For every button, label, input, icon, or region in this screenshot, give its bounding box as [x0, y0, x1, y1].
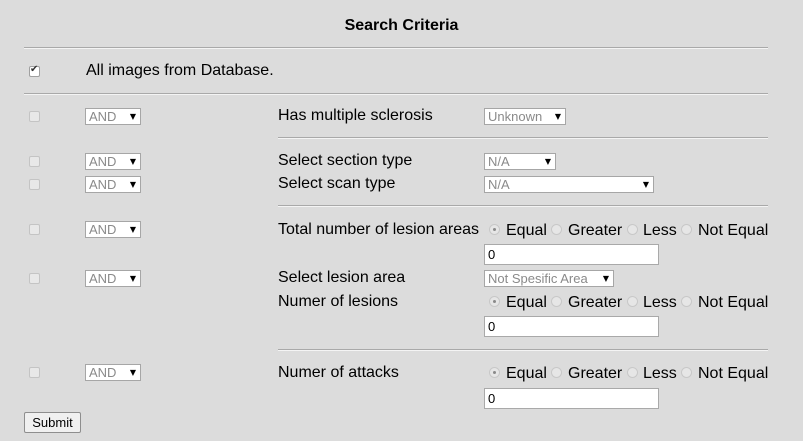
total-lesion-equal-radio[interactable] — [489, 224, 500, 235]
attacks-less-label: Less — [643, 365, 677, 382]
chevron-down-icon: ▼ — [129, 180, 136, 189]
section-value-select[interactable]: N/A ▼ — [484, 153, 556, 170]
num-lesions-equal-label: Equal — [506, 294, 547, 311]
num-lesions-greater-radio[interactable] — [551, 296, 562, 307]
attacks-greater-radio[interactable] — [551, 367, 562, 378]
chevron-down-icon: ▼ — [129, 368, 136, 377]
num-lesions-greater-label: Greater — [568, 294, 623, 311]
submit-button[interactable]: Submit — [24, 412, 81, 433]
attacks-greater-label: Greater — [568, 365, 623, 382]
ms-operator-value: AND — [89, 109, 117, 124]
divider — [278, 137, 768, 139]
num-lesions-less-radio[interactable] — [627, 296, 638, 307]
attacks-not-equal-label: Not Equal — [698, 365, 769, 382]
chevron-down-icon: ▼ — [602, 274, 609, 283]
section-label: Select section type — [278, 152, 413, 169]
total-lesion-greater-radio[interactable] — [551, 224, 562, 235]
lesion-area-checkbox[interactable] — [29, 273, 40, 284]
chevron-down-icon: ▼ — [129, 112, 136, 121]
lesion-area-value-select[interactable]: Not Spesific Area ▼ — [484, 270, 614, 287]
all-images-checkbox[interactable] — [29, 64, 40, 77]
total-lesion-greater-label: Greater — [568, 222, 623, 239]
divider — [278, 205, 768, 207]
ms-checkbox[interactable] — [29, 111, 40, 122]
attacks-input[interactable]: 0 — [484, 388, 659, 409]
scan-value-select[interactable]: N/A ▼ — [484, 176, 654, 193]
total-lesion-checkbox[interactable] — [29, 224, 40, 235]
scan-label: Select scan type — [278, 175, 396, 192]
scan-operator-value: AND — [89, 177, 117, 192]
chevron-down-icon: ▼ — [642, 180, 649, 189]
attacks-checkbox[interactable] — [29, 367, 40, 378]
total-lesion-not-equal-label: Not Equal — [698, 222, 769, 239]
lesion-area-operator-value: AND — [89, 271, 117, 286]
lesion-area-operator-select[interactable]: AND ▼ — [85, 270, 141, 287]
attacks-less-radio[interactable] — [627, 367, 638, 378]
total-lesion-equal-label: Equal — [506, 222, 547, 239]
section-checkbox[interactable] — [29, 156, 40, 167]
lesion-area-label: Select lesion area — [278, 269, 406, 286]
num-lesions-equal-radio[interactable] — [489, 296, 500, 307]
chevron-down-icon: ▼ — [129, 274, 136, 283]
attacks-equal-radio[interactable] — [489, 367, 500, 378]
section-operator-select[interactable]: AND ▼ — [85, 153, 141, 170]
num-lesions-label: Numer of lesions — [278, 293, 399, 310]
divider — [24, 47, 768, 49]
attacks-operator-value: AND — [89, 365, 117, 380]
num-lesions-input[interactable]: 0 — [484, 316, 659, 337]
total-lesion-less-radio[interactable] — [627, 224, 638, 235]
ms-label: Has multiple sclerosis — [278, 107, 433, 124]
scan-operator-select[interactable]: AND ▼ — [85, 176, 141, 193]
attacks-equal-label: Equal — [506, 365, 547, 382]
section-operator-value: AND — [89, 154, 117, 169]
chevron-down-icon: ▼ — [129, 225, 136, 234]
scan-checkbox[interactable] — [29, 179, 40, 190]
ms-value-select[interactable]: Unknown ▼ — [484, 108, 566, 125]
attacks-operator-select[interactable]: AND ▼ — [85, 364, 141, 381]
section-value: N/A — [488, 154, 510, 169]
total-lesion-operator-select[interactable]: AND ▼ — [85, 221, 141, 238]
all-images-label: All images from Database. — [86, 62, 274, 79]
num-lesions-less-label: Less — [643, 294, 677, 311]
divider — [278, 349, 768, 351]
scan-value: N/A — [488, 177, 510, 192]
chevron-down-icon: ▼ — [129, 157, 136, 166]
total-lesion-label: Total number of lesion areas — [278, 221, 479, 238]
chevron-down-icon: ▼ — [554, 112, 561, 121]
attacks-not-equal-radio[interactable] — [681, 367, 692, 378]
attacks-label: Numer of attacks — [278, 364, 399, 381]
chevron-down-icon: ▼ — [544, 157, 551, 166]
num-lesions-not-equal-radio[interactable] — [681, 296, 692, 307]
total-lesion-less-label: Less — [643, 222, 677, 239]
lesion-area-value: Not Spesific Area — [488, 271, 588, 286]
divider — [24, 93, 768, 95]
total-lesion-operator-value: AND — [89, 222, 117, 237]
page-title: Search Criteria — [344, 17, 459, 34]
ms-operator-select[interactable]: AND ▼ — [85, 108, 141, 125]
total-lesion-not-equal-radio[interactable] — [681, 224, 692, 235]
ms-value: Unknown — [488, 109, 543, 124]
num-lesions-not-equal-label: Not Equal — [698, 294, 769, 311]
total-lesion-input[interactable]: 0 — [484, 244, 659, 265]
